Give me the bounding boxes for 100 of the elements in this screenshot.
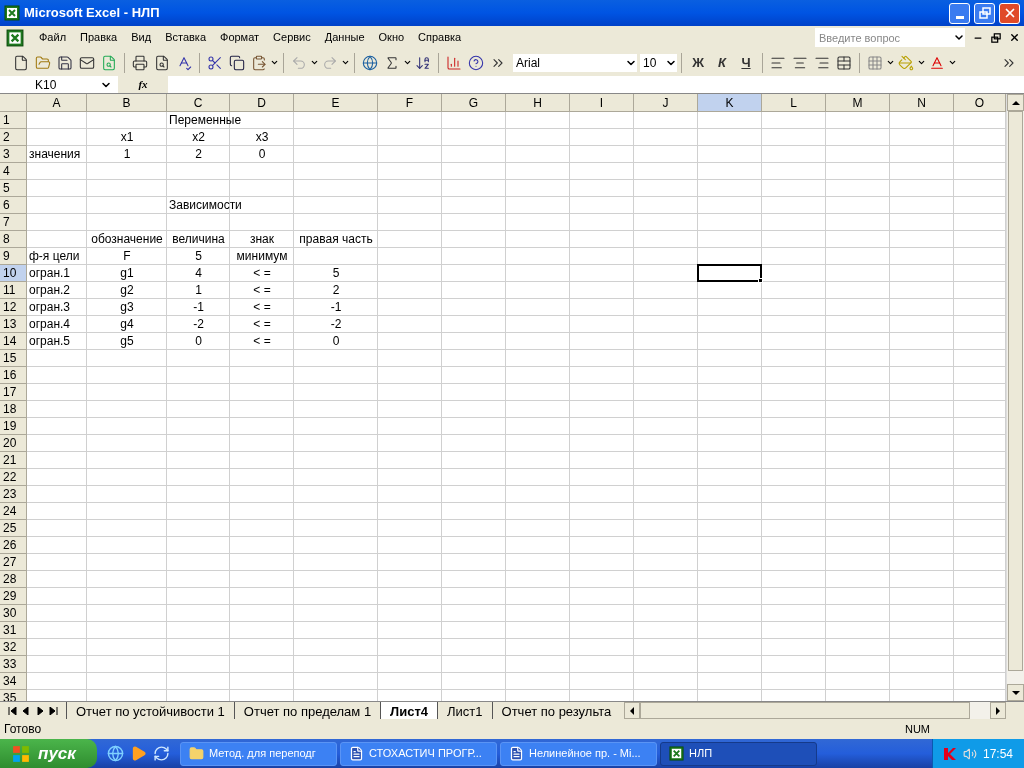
chart-icon[interactable] [446,54,462,71]
row-header[interactable]: 26 [0,537,27,554]
row-header[interactable]: 28 [0,571,27,588]
taskbar-button[interactable]: Метод. для переподг [180,741,337,766]
column-header[interactable]: A [27,94,87,112]
row-header[interactable]: 20 [0,435,27,452]
menu-item[interactable]: Данные [317,29,372,46]
column-header[interactable]: N [890,94,954,112]
menu-item[interactable]: Вид [124,29,159,46]
row-header[interactable]: 5 [0,180,27,197]
row-header[interactable]: 30 [0,605,27,622]
column-header[interactable]: F [378,94,442,112]
row-header[interactable]: 8 [0,231,27,248]
column-header[interactable]: O [954,94,1006,112]
row-header[interactable]: 22 [0,469,27,486]
column-header[interactable]: B [87,94,167,112]
row-header[interactable]: 23 [0,486,27,503]
italic-button[interactable]: К [710,52,734,73]
row-header[interactable]: 13 [0,316,27,333]
row-header[interactable]: 18 [0,401,27,418]
font-field[interactable]: Arial [513,53,625,72]
taskbar-button[interactable]: СТОХАСТИЧ ПРОГР... [340,741,497,766]
taskbar-button[interactable]: Нелинейное пр. - Mi... [500,741,657,766]
row-header[interactable]: 3 [0,146,27,163]
caret-icon[interactable] [665,53,677,72]
function-button[interactable]: fx [138,76,148,93]
column-header[interactable]: K [698,94,762,112]
row-header[interactable]: 32 [0,639,27,656]
font-color-icon[interactable] [929,54,945,71]
refresh-icon[interactable] [153,745,170,762]
taskbar-button[interactable]: НЛП [660,741,817,766]
play-icon[interactable] [130,745,147,762]
row-header[interactable]: 14 [0,333,27,350]
help-search-field[interactable]: Введите вопрос [815,28,953,47]
restore-button[interactable] [974,2,995,24]
caret-icon[interactable] [341,58,350,67]
caret-icon[interactable] [886,58,895,67]
row-header[interactable]: 10 [0,265,27,282]
row-header[interactable]: 33 [0,656,27,673]
cut-icon[interactable] [207,54,223,71]
fill-color-icon[interactable] [898,54,914,71]
menu-item[interactable]: Справка [411,29,469,46]
row-header[interactable]: 2 [0,129,27,146]
globe-icon[interactable] [362,54,378,71]
row-header[interactable]: 11 [0,282,27,299]
menu-item[interactable]: Правка [73,29,125,46]
row-header[interactable]: 34 [0,673,27,690]
menu-item[interactable]: Сервис [266,29,318,46]
column-header[interactable]: H [506,94,570,112]
horizontal-scrollbar[interactable] [624,702,1006,719]
row-header[interactable]: 19 [0,418,27,435]
font-size-field[interactable]: 10 [640,53,665,72]
row-header[interactable]: 25 [0,520,27,537]
menu-item[interactable]: Вставка [158,29,213,46]
column-header[interactable]: L [762,94,826,112]
printer-icon[interactable] [132,54,148,71]
spellcheck-icon[interactable] [176,54,192,71]
row-header[interactable]: 29 [0,588,27,605]
sheet-tab[interactable]: Лист4 [380,702,438,719]
paste-icon[interactable] [251,54,267,71]
underline-button[interactable]: Ч [734,52,758,73]
row-header[interactable]: 17 [0,384,27,401]
row-header[interactable]: 27 [0,554,27,571]
column-header[interactable]: I [570,94,634,112]
menu-item[interactable]: Файл [32,29,74,46]
caret-icon[interactable] [953,28,965,47]
caret-icon[interactable] [403,58,412,67]
row-header[interactable]: 6 [0,197,27,214]
row-header[interactable]: 4 [0,163,27,180]
caret-icon[interactable] [310,58,319,67]
minimize-button[interactable] [949,2,970,24]
tab-scroll-buttons[interactable] [5,706,61,715]
menu-item[interactable]: Формат [213,29,267,46]
preview-icon[interactable] [154,54,170,71]
folder-icon[interactable] [35,54,51,71]
mail-icon[interactable] [79,54,95,71]
row-header[interactable]: 21 [0,452,27,469]
menu-item[interactable]: Окно [371,29,412,46]
column-header[interactable]: E [294,94,378,112]
bold-button[interactable]: Ж [686,52,710,73]
row-header[interactable]: 15 [0,350,27,367]
row-header[interactable]: 16 [0,367,27,384]
copy-icon[interactable] [229,54,245,71]
row-header[interactable]: 9 [0,248,27,265]
browser-icon[interactable] [107,745,124,762]
caret-icon[interactable] [625,53,637,72]
vertical-scrollbar[interactable] [1006,94,1024,701]
row-header[interactable]: 24 [0,503,27,520]
new-file-icon[interactable] [13,54,29,71]
help-icon[interactable] [468,54,484,71]
column-header[interactable]: G [442,94,506,112]
close-icon[interactable] [1009,32,1020,43]
column-header[interactable]: D [230,94,294,112]
sort-icon[interactable] [415,54,431,71]
row-header[interactable]: 7 [0,214,27,231]
row-header[interactable]: 12 [0,299,27,316]
caret-icon[interactable] [948,58,957,67]
save-icon[interactable] [57,54,73,71]
column-header[interactable]: M [826,94,890,112]
caret-icon[interactable] [270,58,279,67]
